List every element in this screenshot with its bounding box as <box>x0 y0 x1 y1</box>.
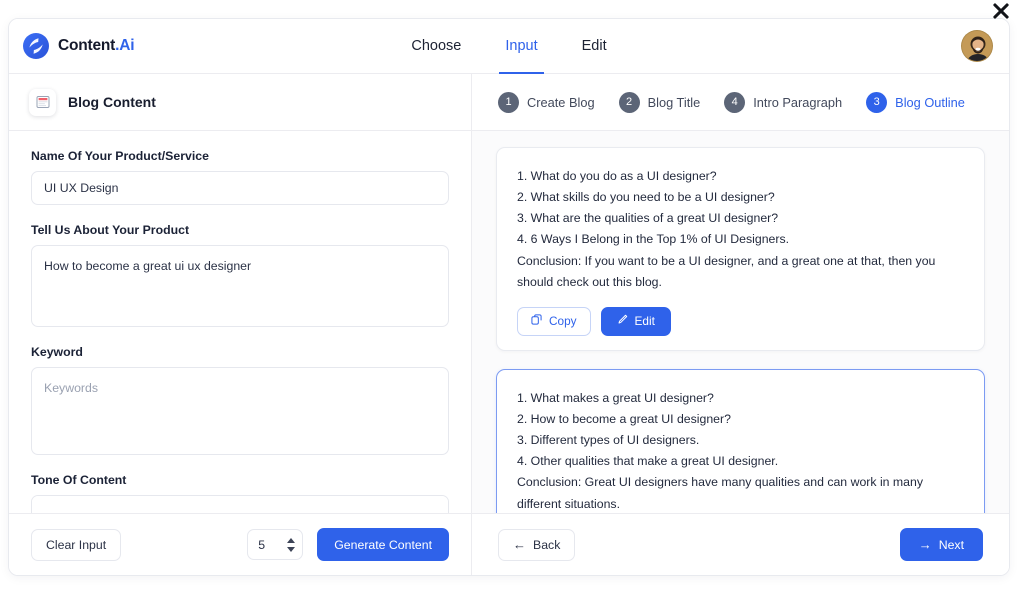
quantity-stepper[interactable]: 5 <box>247 529 304 560</box>
clear-input-button[interactable]: Clear Input <box>31 528 122 561</box>
copy-button[interactable]: Copy <box>517 306 591 336</box>
result-line: Conclusion: If you want to be a UI desig… <box>517 253 936 289</box>
label-product-name: Name Of Your Product/Service <box>31 149 209 163</box>
tab-input[interactable]: Input <box>499 19 544 74</box>
chevron-down-icon[interactable] <box>287 546 296 552</box>
edit-button[interactable]: Edit <box>600 306 671 336</box>
result-line: 3. Different types of UI designers. <box>517 433 700 448</box>
left-panel-header: Blog Content <box>9 74 471 131</box>
edit-label: Edit <box>634 314 655 329</box>
tab-choose[interactable]: Choose <box>409 19 463 74</box>
tab-edit-label: Edit <box>581 38 607 54</box>
product-name-input[interactable] <box>31 171 449 205</box>
main-body: Blog Content Name Of Your Product/Servic… <box>9 74 1009 575</box>
step-blog-outline-number: 3 <box>866 91 888 113</box>
pencil-icon <box>617 314 628 328</box>
quantity-value: 5 <box>258 537 266 552</box>
next-button[interactable]: → Next <box>899 528 983 561</box>
step-create-blog[interactable]: 1 Create Blog <box>498 91 595 113</box>
label-about-product: Tell Us About Your Product <box>31 223 190 237</box>
result-line: 1. What makes a great UI designer? <box>517 390 714 405</box>
arrow-right-icon: → <box>918 537 932 552</box>
step-blog-outline[interactable]: 3 Blog Outline <box>866 91 965 113</box>
clear-input-label: Clear Input <box>46 537 107 552</box>
result-line: Conclusion: Great UI designers have many… <box>517 475 924 511</box>
right-panel-footer: ← Back → Next <box>472 513 1009 575</box>
avatar[interactable] <box>961 30 993 62</box>
copy-label: Copy <box>549 314 577 329</box>
label-keyword: Keyword <box>31 345 83 359</box>
arrow-left-icon: ← <box>513 537 526 552</box>
back-label: Back <box>533 537 561 552</box>
results-list[interactable]: 1. What do you do as a UI designer? 2. W… <box>472 131 1009 513</box>
step-blog-title[interactable]: 2 Blog Title <box>618 91 701 113</box>
step-intro-paragraph-number: 4 <box>724 91 746 113</box>
card-actions: Copy Edit <box>517 306 964 336</box>
step-indicator: 1 Create Blog 2 Blog Title 4 Intro Parag… <box>472 74 1009 131</box>
generate-content-label: Generate Content <box>334 537 432 552</box>
result-card[interactable]: 1. What do you do as a UI designer? 2. W… <box>496 147 985 351</box>
chevron-up-icon[interactable] <box>287 537 296 543</box>
stepper-arrows[interactable] <box>287 537 302 552</box>
left-panel: Blog Content Name Of Your Product/Servic… <box>9 74 472 575</box>
right-panel: 1 Create Blog 2 Blog Title 4 Intro Parag… <box>472 74 1009 575</box>
tone-of-content-textarea[interactable] <box>31 495 449 513</box>
copy-icon <box>531 314 542 328</box>
newspaper-icon <box>29 88 56 116</box>
step-blog-title-label: Blog Title <box>647 94 701 110</box>
main-nav: Choose Input Edit <box>9 19 1009 74</box>
left-panel-title: Blog Content <box>68 94 156 110</box>
result-line: 4. 6 Ways I Belong in the Top 1% of UI D… <box>517 232 790 247</box>
tab-input-label: Input <box>505 38 538 54</box>
app-window: Content.Ai Choose Input Edit Blog Conten… <box>8 18 1010 576</box>
result-line: 3. What are the qualities of a great UI … <box>517 211 779 226</box>
step-create-blog-label: Create Blog <box>527 94 595 110</box>
generate-content-button[interactable]: Generate Content <box>317 528 449 561</box>
back-button[interactable]: ← Back <box>498 528 576 561</box>
tab-edit[interactable]: Edit <box>580 19 609 74</box>
close-icon[interactable] <box>990 0 1012 22</box>
step-intro-paragraph-label: Intro Paragraph <box>753 94 843 110</box>
label-tone-of-content: Tone Of Content <box>31 473 127 487</box>
tab-choose-label: Choose <box>411 38 462 54</box>
step-intro-paragraph[interactable]: 4 Intro Paragraph <box>724 91 843 113</box>
result-line: 4. Other qualities that make a great UI … <box>517 454 779 469</box>
keyword-textarea[interactable] <box>31 367 449 455</box>
result-card[interactable]: 1. What makes a great UI designer? 2. Ho… <box>496 368 985 513</box>
result-line: 2. How to become a great UI designer? <box>517 411 731 426</box>
step-blog-title-number: 2 <box>618 91 640 113</box>
next-label: Next <box>938 537 964 552</box>
result-line: 1. What do you do as a UI designer? <box>517 169 717 183</box>
step-create-blog-number: 1 <box>498 91 519 113</box>
form-fields: Name Of Your Product/Service Tell Us Abo… <box>9 131 471 513</box>
step-blog-outline-label: Blog Outline <box>895 94 965 110</box>
left-panel-footer: Clear Input 5 Generate Content <box>9 513 471 575</box>
app-root: Content.Ai Choose Input Edit Blog Conten… <box>0 0 1020 591</box>
top-bar: Content.Ai Choose Input Edit <box>9 19 1009 74</box>
result-line: 2. What skills do you need to be a UI de… <box>517 190 775 205</box>
about-product-textarea[interactable] <box>31 245 449 327</box>
